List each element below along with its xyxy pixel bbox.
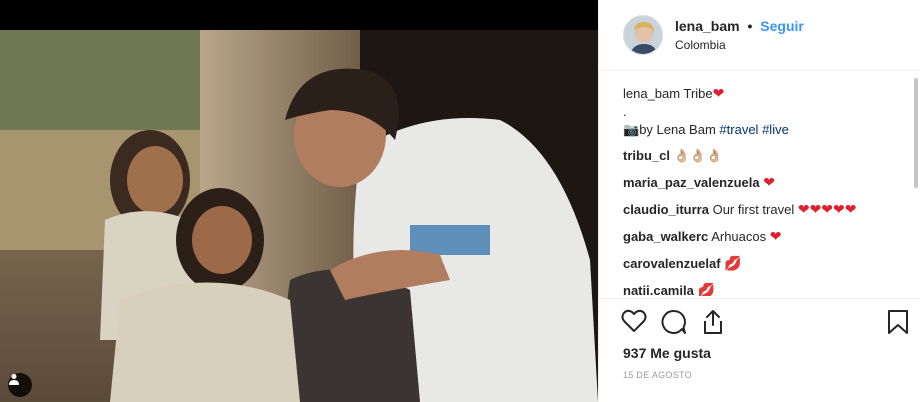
comment-username[interactable]: maria_paz_valenzuela <box>623 175 760 190</box>
comment-text: Arhuacos <box>711 229 767 244</box>
caption-username[interactable]: lena_bam <box>623 86 680 101</box>
comments-scrollbar[interactable] <box>914 72 918 298</box>
location-link[interactable]: Colombia <box>675 37 804 53</box>
share-icon <box>704 310 722 334</box>
comment-text: Our first travel <box>712 202 795 217</box>
header-line: lena_bam • Seguir <box>675 17 804 35</box>
comment-item: claudio_iturra Our first travel ❤❤❤❤❤ <box>623 200 909 219</box>
comment-item: tribu_cl 👌🏼👌🏼👌🏼 <box>623 147 909 165</box>
comment-username[interactable]: natii.camila <box>623 283 694 296</box>
camera-emoji-icon: 📷 <box>623 122 640 137</box>
comment-text: 👌🏼👌🏼👌🏼 <box>673 148 723 163</box>
comment-item: carovalenzuelaf 💋 <box>623 254 909 273</box>
separator-dot: • <box>747 18 753 34</box>
avatar-image <box>624 16 662 54</box>
post-header: lena_bam • Seguir Colombia <box>599 0 920 71</box>
caption-credit: by Lena Bam <box>639 122 716 137</box>
heart-emoji-icon: ❤ <box>712 85 725 101</box>
header-text: lena_bam • Seguir Colombia <box>675 17 804 53</box>
comment-item: gaba_walkerc Arhuacos ❤ <box>623 227 909 246</box>
likes-count[interactable]: 937 Me gusta <box>623 345 711 361</box>
share-button[interactable] <box>701 309 729 337</box>
photo-illustration <box>0 0 598 402</box>
comment-username[interactable]: tribu_cl <box>623 148 670 163</box>
caption-dot-line: . <box>623 104 627 119</box>
hashtag-live[interactable]: #live <box>762 122 789 137</box>
comment-item: natii.camila 💋 <box>623 281 909 296</box>
comment-username[interactable]: carovalenzuelaf <box>623 256 721 271</box>
like-button[interactable] <box>621 309 649 337</box>
action-icon-row <box>621 309 911 339</box>
comment-item: maria_paz_valenzuela ❤ <box>623 173 909 192</box>
scrollbar-thumb[interactable] <box>914 78 918 188</box>
caption-line: lena_bam Tribe❤ <box>623 84 909 103</box>
follow-button[interactable]: Seguir <box>760 18 804 34</box>
post-actions: 937 Me gusta 15 DE AGOSTO <box>599 298 920 402</box>
comment-bubble-icon <box>661 309 686 334</box>
heart-emoji-icon: 💋 <box>724 255 742 271</box>
caption-credit-line: 📷by Lena Bam #travel #live <box>623 121 909 139</box>
comments-list: lena_bam Tribe❤ . 📷by Lena Bam #travel #… <box>623 84 909 296</box>
comment-button[interactable] <box>661 309 689 337</box>
post-side-panel: lena_bam • Seguir Colombia lena_bam Trib… <box>598 0 920 402</box>
heart-emoji-icon: 💋 <box>697 282 715 296</box>
heart-emoji-icon: ❤ <box>769 228 782 244</box>
heart-outline-icon <box>621 309 647 332</box>
heart-emoji-icon: ❤ <box>763 174 775 190</box>
avatar[interactable] <box>623 15 663 55</box>
person-tag-icon <box>9 374 19 385</box>
bookmark-icon <box>888 310 908 334</box>
post-date[interactable]: 15 DE AGOSTO <box>623 370 692 380</box>
post-photo[interactable] <box>0 0 598 402</box>
save-button[interactable] <box>887 309 915 337</box>
comment-username[interactable]: claudio_iturra <box>623 202 709 217</box>
caption-text: Tribe <box>683 86 713 101</box>
username-link[interactable]: lena_bam <box>675 18 740 34</box>
comment-username[interactable]: gaba_walkerc <box>623 229 708 244</box>
tagged-people-button[interactable] <box>8 373 32 397</box>
heart-emoji-icon: ❤❤❤❤❤ <box>797 201 857 217</box>
hashtag-travel[interactable]: #travel <box>719 122 758 137</box>
